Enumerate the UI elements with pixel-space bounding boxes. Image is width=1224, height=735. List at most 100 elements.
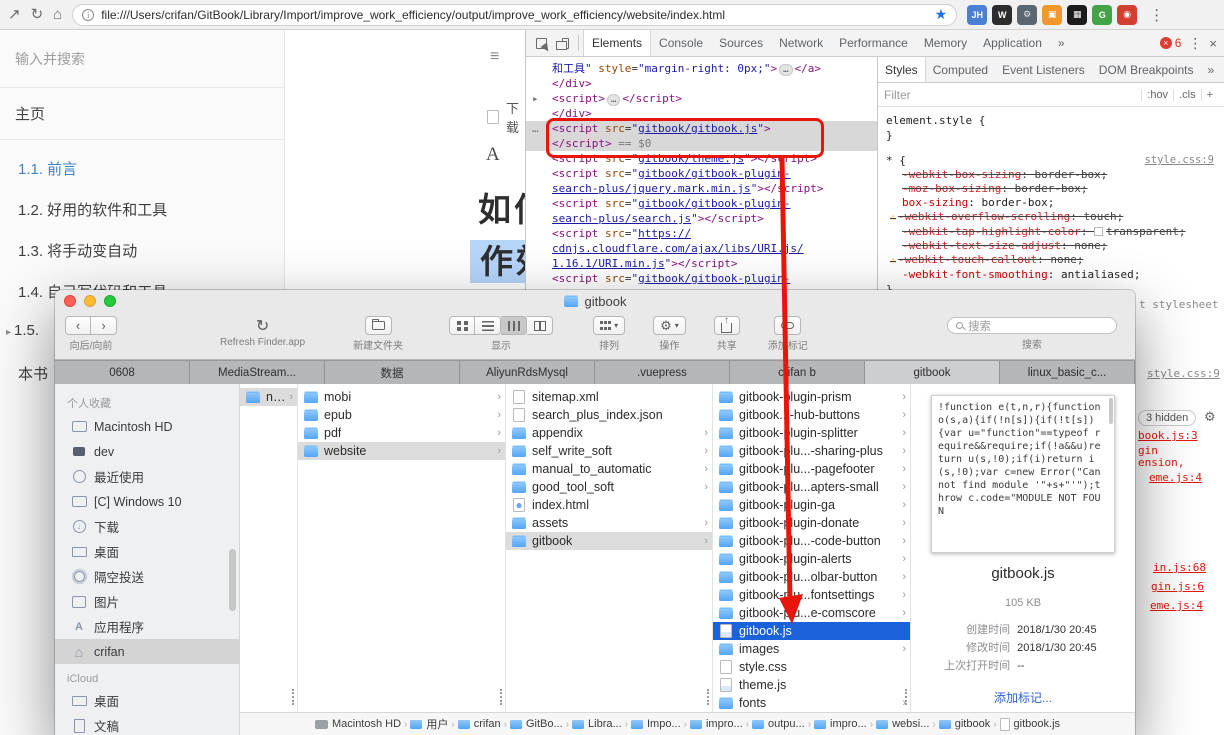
finder-tab[interactable]: crifan b (730, 361, 865, 384)
finder-sidebar-item[interactable]: 桌面 (55, 539, 239, 564)
add-tags-link[interactable]: 添加标记... (925, 689, 1121, 706)
column-resize-handle[interactable] (905, 689, 907, 705)
styles-tab[interactable]: Computed (926, 63, 995, 77)
console-error-badge[interactable]: × 6 (1159, 36, 1181, 50)
finder-item[interactable]: search_plus_index.json › (506, 406, 712, 424)
finder-item[interactable]: style.css › (713, 658, 910, 676)
back-button[interactable]: ‹ (65, 316, 91, 335)
finder-tab[interactable]: linux_basic_c... (1000, 361, 1135, 384)
finder-sidebar-item[interactable]: 文稿 (55, 713, 239, 735)
refresh-finder-button[interactable]: ↻ (256, 316, 269, 335)
coverflow-view-button[interactable] (527, 316, 554, 335)
css-property[interactable]: ⚠-webkit-font-smoothing: antialiased; (886, 268, 1216, 282)
device-toolbar-icon[interactable] (552, 30, 574, 56)
finder-item[interactable]: gitbook-plu...e-comscore › (713, 604, 910, 622)
css-property[interactable]: ⚠ -webkit-overflow-scrolling: touch; (886, 210, 1216, 225)
finder-tab[interactable]: AliyunRdsMysql (460, 361, 595, 384)
finder-sidebar-item[interactable]: crifan (55, 639, 239, 664)
path-item[interactable]: impro... (690, 718, 743, 730)
devtools-menu-icon[interactable]: ⋮ (1188, 35, 1202, 52)
finder-item[interactable]: website › (298, 442, 505, 460)
devtools-fragment[interactable]: style.css:9 (1147, 367, 1220, 380)
finder-sidebar-item[interactable]: 隔空投送 (55, 564, 239, 589)
console-error-link[interactable]: book.js:3 (1138, 429, 1198, 442)
finder-item[interactable]: gitbook-plugin-prism › (713, 388, 910, 406)
finder-item[interactable]: pdf › (298, 424, 505, 442)
finder-item[interactable]: epub › (298, 406, 505, 424)
forward-button[interactable]: › (91, 316, 117, 335)
page-info-icon[interactable]: i (82, 8, 95, 21)
devtools-close-icon[interactable]: × (1209, 36, 1217, 51)
finder-sidebar-item[interactable]: 最近使用 (55, 464, 239, 489)
finder-sidebar-item[interactable]: Macintosh HD (55, 414, 239, 439)
finder-item[interactable]: gitbook-plugin-ga › (713, 496, 910, 514)
dom-tree-line[interactable]: search-plus/jquery.mark.min.js"></script… (526, 181, 877, 196)
tags-button[interactable] (774, 316, 802, 335)
gear-icon[interactable]: ⚙ (1204, 410, 1216, 425)
css-property[interactable]: ⚠-webkit-tap-highlight-color: transparen… (886, 225, 1216, 239)
finder-sidebar-item[interactable]: 下载 (55, 514, 239, 539)
column-resize-handle[interactable] (707, 689, 709, 705)
finder-tab[interactable]: 0608 (55, 361, 190, 384)
css-property[interactable]: ⚠box-sizing: border-box; (886, 196, 1216, 210)
dom-tree-line[interactable]: 和工具" style="margin-right: 0px;">… </a> (526, 61, 877, 76)
finder-item[interactable]: gitbook-plu...fontsettings › (713, 586, 910, 604)
finder-item[interactable]: gitbook-plugin-splitter › (713, 424, 910, 442)
devtools-tab[interactable]: Sources (711, 30, 771, 56)
finder-item[interactable]: sitemap.xml › (506, 388, 712, 406)
finder-titlebar[interactable]: gitbook (55, 290, 1135, 312)
path-item[interactable]: Impo... (631, 718, 681, 730)
dom-tree-line[interactable]: <script src="gitbook/gitbook-plugin- (526, 196, 877, 211)
sidebar-scrollbar[interactable] (229, 549, 236, 611)
console-error-link[interactable]: eme.js:4 (1150, 599, 1203, 612)
path-item[interactable]: outpu... (752, 718, 805, 730)
share-button[interactable] (713, 315, 740, 335)
devtools-tab[interactable]: Elements (583, 30, 652, 56)
download-button[interactable]: 下载 (486, 98, 525, 136)
search-input[interactable]: 输入并搜索 (0, 30, 284, 88)
console-error-link[interactable]: in.js:68 (1153, 561, 1206, 574)
finder-sidebar-item[interactable]: 应用程序 (55, 614, 239, 639)
minimize-window-button[interactable] (84, 295, 96, 307)
column-resize-handle[interactable] (292, 689, 294, 705)
finder-item[interactable]: gitbook-plugin-alerts › (713, 550, 910, 568)
extension-icon[interactable]: ◉ (1117, 4, 1138, 25)
finder-item[interactable]: images › (713, 640, 910, 658)
devtools-tab[interactable]: Application (975, 30, 1050, 56)
rule-selector[interactable]: * (886, 154, 893, 167)
extension-icon[interactable]: ⚙ (1017, 4, 1038, 25)
gutter-marker[interactable]: ▸ (532, 91, 539, 106)
finder-sidebar-item[interactable]: 图片 (55, 589, 239, 614)
path-item[interactable]: GitBo... (510, 718, 563, 730)
dom-tree-line[interactable]: … <script src="gitbook/gitbook.js"> (526, 121, 877, 136)
new-rule-button[interactable]: + (1200, 88, 1218, 101)
bookmark-star-icon[interactable]: ★ (935, 6, 948, 23)
finder-item[interactable]: good_tool_soft › (506, 478, 712, 496)
css-property[interactable]: ⚠-webkit-box-sizing: border-box; (886, 168, 1216, 182)
finder-tab[interactable]: gitbook (865, 361, 1000, 384)
dom-tree-line[interactable]: </div> (526, 76, 877, 91)
devtools-tab[interactable]: Memory (916, 30, 975, 56)
finder-sidebar-item[interactable]: dev (55, 439, 239, 464)
finder-item[interactable]: self_write_soft › (506, 442, 712, 460)
path-item[interactable]: websi... (876, 718, 929, 730)
sidebar-nav-item[interactable]: ▸1.1. 前言 (0, 148, 284, 189)
hidden-messages-badge[interactable]: 3 hidden (1138, 410, 1197, 426)
path-item[interactable]: Macintosh HD (315, 718, 401, 730)
extension-icon[interactable]: G (1092, 4, 1113, 25)
extension-icon[interactable]: JH (967, 4, 988, 25)
finder-tab[interactable]: 数据 (325, 361, 460, 384)
extension-icon[interactable]: ▣ (1042, 4, 1063, 25)
column-view-button[interactable] (501, 316, 528, 335)
finder-item[interactable]: gitbook.js › (713, 622, 910, 640)
finder-tab[interactable]: .vuepress (595, 361, 730, 384)
sidebar-nav-item[interactable]: ▸1.2. 好用的软件和工具 (0, 189, 284, 230)
finder-item[interactable]: gitbook-plu...-sharing-plus › (713, 442, 910, 460)
console-error-link[interactable]: gin.js:6 (1151, 580, 1204, 593)
path-item[interactable]: crifan (458, 718, 501, 730)
action-button[interactable]: ⚙ ▾ (653, 316, 686, 335)
inline-style-selector[interactable]: element.style (886, 114, 972, 127)
address-bar[interactable]: i file:///Users/crifan/GitBook/Library/I… (72, 3, 958, 26)
dom-tree-line[interactable]: <script src="gitbook/gitbook-plugin- (526, 271, 877, 286)
path-item[interactable]: gitbook.js (1000, 718, 1060, 731)
